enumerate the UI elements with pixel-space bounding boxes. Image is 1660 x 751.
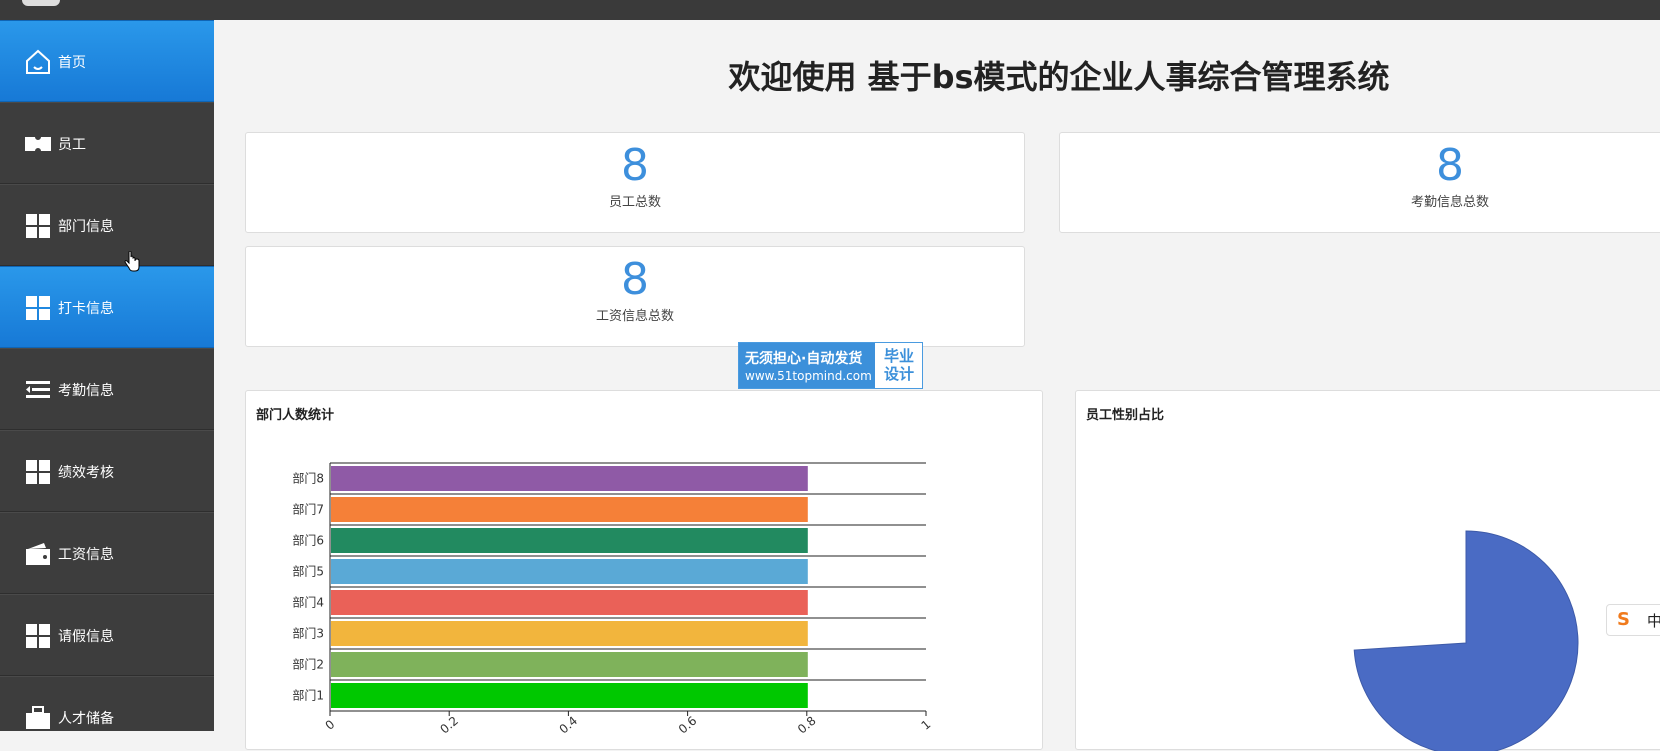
top-bar	[0, 0, 1660, 21]
category-label: 部门4	[292, 595, 324, 610]
bar[interactable]	[331, 683, 808, 708]
bar[interactable]	[331, 466, 808, 491]
sidebar-item-employee[interactable]: 员工	[0, 102, 214, 184]
x-tick-label: 0	[323, 717, 338, 733]
bar[interactable]	[331, 652, 808, 677]
sidebar-item-label: 请假信息	[58, 626, 114, 646]
sidebar-item-label: 工资信息	[58, 544, 114, 564]
stat-value: 8	[1060, 141, 1660, 191]
app-logo	[22, 0, 60, 6]
page-title: 欢迎使用 基于bs模式的企业人事综合管理系统	[214, 52, 1660, 98]
sidebar-item-performance[interactable]: 绩效考核	[0, 430, 214, 512]
category-label: 部门7	[292, 502, 324, 517]
stat-card-employees: 8 员工总数	[245, 132, 1025, 233]
sidebar-item-home[interactable]: 首页	[0, 20, 214, 102]
stat-value: 8	[246, 141, 1024, 191]
x-tick-label: 0.8	[795, 714, 819, 737]
sidebar-item-department[interactable]: 部门信息	[0, 184, 214, 266]
sidebar-item-label: 人才储备	[58, 708, 114, 728]
bar[interactable]	[331, 528, 808, 553]
sidebar-item-label: 绩效考核	[58, 462, 114, 482]
category-label: 部门3	[292, 626, 324, 641]
bar[interactable]	[331, 590, 808, 615]
ticket-icon	[24, 130, 52, 158]
stat-label: 考勤信息总数	[1060, 191, 1660, 210]
category-label: 部门6	[292, 533, 324, 548]
sidebar-item-label: 首页	[58, 52, 86, 72]
stat-label: 工资信息总数	[246, 305, 1024, 324]
sidebar-item-label: 考勤信息	[58, 380, 114, 400]
grid-icon	[24, 212, 52, 240]
watermark-left: 无须担心·自动发货 www.51topmind.com	[739, 343, 875, 388]
sidebar-item-talent[interactable]: 人才储备	[0, 676, 214, 731]
main-content: 欢迎使用 基于bs模式的企业人事综合管理系统 8 员工总数 8 考勤信息总数 8…	[214, 20, 1660, 731]
sidebar-item-label: 打卡信息	[58, 298, 114, 318]
sidebar-item-salary[interactable]: 工资信息	[0, 512, 214, 594]
watermark-badge: 无须担心·自动发货 www.51topmind.com 毕业设计	[738, 342, 923, 389]
stat-label: 员工总数	[246, 191, 1024, 210]
category-label: 部门5	[292, 564, 324, 579]
stat-value: 8	[246, 255, 1024, 305]
gender-pie-chart	[1076, 411, 1660, 751]
ime-mode-label: 中	[1647, 610, 1660, 631]
grid-icon	[24, 622, 52, 650]
ime-toolbar[interactable]: S 中	[1606, 604, 1660, 636]
grid-icon	[24, 458, 52, 486]
grid-icon	[24, 294, 52, 322]
sidebar-item-attendance[interactable]: 考勤信息	[0, 348, 214, 430]
category-label: 部门2	[292, 657, 324, 672]
x-tick-label: 1	[919, 717, 934, 733]
watermark-right: 毕业设计	[879, 347, 919, 383]
category-label: 部门1	[292, 688, 324, 703]
pie-slice[interactable]	[1354, 531, 1578, 751]
bar[interactable]	[331, 559, 808, 584]
dept-chart-panel: 部门人数统计 部门8部门7部门6部门5部门4部门3部门2部门100.20.40.…	[245, 390, 1043, 750]
stat-card-salary: 8 工资信息总数	[245, 246, 1025, 347]
home-icon	[24, 48, 52, 76]
sidebar-item-label: 部门信息	[58, 216, 114, 236]
x-tick-label: 0.2	[437, 714, 461, 737]
list-icon	[24, 376, 52, 404]
bar[interactable]	[331, 497, 808, 522]
stat-card-attendance: 8 考勤信息总数	[1059, 132, 1660, 233]
gender-chart-panel: 员工性别占比	[1075, 390, 1660, 750]
watermark-url: www.51topmind.com	[745, 369, 872, 383]
dept-bar-chart: 部门8 部门7 部门6 部门5 部门4 部门3 部门2 部门1 0 0.2 0.4 0.6 0.8 1	[246, 411, 1042, 751]
sidebar-item-leave[interactable]: 请假信息	[0, 594, 214, 676]
bar[interactable]	[331, 621, 808, 646]
sidebar: 首页 员工 部门信息 打卡信息 考勤信息 绩效考核 工资信息 请假信息 人才储备	[0, 20, 214, 731]
category-label: 部门8	[292, 471, 324, 486]
sidebar-item-label: 员工	[58, 134, 86, 154]
x-tick-label: 0.4	[557, 714, 581, 737]
sidebar-item-clockin[interactable]: 打卡信息	[0, 266, 214, 348]
briefcase-icon	[24, 704, 52, 731]
watermark-line1: 无须担心·自动发货	[745, 348, 862, 368]
ime-logo-icon: S	[1617, 609, 1630, 630]
x-tick-label: 0.6	[676, 714, 700, 737]
wallet-icon	[24, 540, 52, 568]
mouse-cursor	[124, 251, 140, 277]
